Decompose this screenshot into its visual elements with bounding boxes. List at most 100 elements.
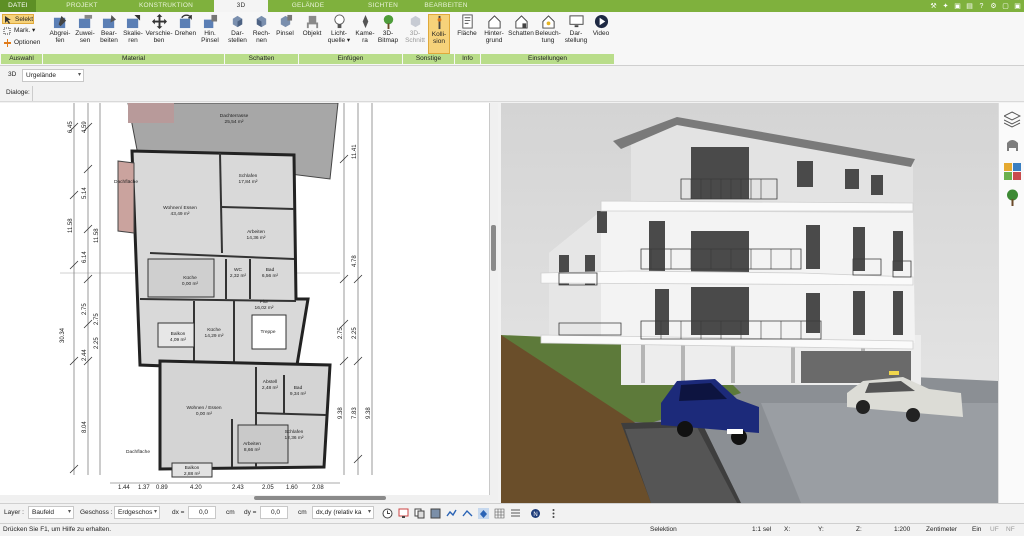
display-button[interactable]: Dar-stellung [562,14,590,44]
screen-icon[interactable] [398,508,409,519]
section-cut-icon [410,15,420,28]
ribbon-tab-bar: DATEI PROJEKT KONSTRUKTION 3D GELÄNDE SI… [0,0,1024,12]
dialoge-label: Dialoge: [6,89,30,96]
tools-icon[interactable]: ⚒ [929,2,938,11]
lighting-button[interactable]: Beleuch-tung [535,14,561,44]
help-icon[interactable]: ? [977,2,986,11]
insert-light-button[interactable]: Licht-quelle ▾ [324,14,354,44]
room-area: 12,36 m² [285,435,304,441]
tab-bearbeiten[interactable]: BEARBEITEN [418,0,474,12]
snap-icon[interactable] [446,508,457,519]
scale-material-button[interactable]: Skalie-ren [121,14,145,44]
section-3d-button[interactable]: 3D- Schnitt [403,14,427,44]
edit-material-button[interactable]: Bear-beiten [97,14,121,44]
scrollbar-thumb[interactable] [491,225,496,271]
settings-icon[interactable]: ⚙ [989,2,998,11]
floor-select[interactable]: Erdgeschos ▾ [114,506,160,519]
tab-projekt[interactable]: PROJEKT [44,0,120,12]
dimension-label: 4.59 [82,121,88,133]
dx-input[interactable]: 0,0 [188,506,216,519]
armchair-icon[interactable] [1004,137,1021,154]
insert-camera-button[interactable]: Kame-ra [354,14,376,44]
shadow-show-button[interactable]: Dar-stellen [225,14,250,44]
north-icon[interactable]: N [530,508,541,519]
input-bar: Layer : Baufeld ▾ Geschoss : Erdgeschos ▾ … [0,503,1024,522]
monitor-icon [568,15,584,28]
move-material-button[interactable]: Verschie-ben [145,14,173,44]
plan-horizontal-scrollbar[interactable] [0,495,498,501]
save-icon[interactable]: ▣ [953,2,962,11]
roof-area-label: Dachfläche [126,449,150,455]
status-flag: UF [990,526,999,533]
dimension-label: 0.89 [156,485,168,491]
mark-button[interactable]: Mark. ▾ [2,26,35,36]
button-label: Beleuch- [535,30,561,37]
tab-sichten[interactable]: SICHTEN [348,0,418,12]
material-brush-button[interactable]: Hin. Pinsel [198,14,222,44]
area-button[interactable]: Fläche [455,14,479,37]
plan-vertical-scrollbar[interactable] [490,103,498,495]
star-icon[interactable]: ✦ [941,2,950,11]
shadow-settings-button[interactable]: Schatten [507,14,535,37]
button-label: Kolli- [431,31,447,38]
layer-select[interactable]: Baufeld ▾ [28,506,74,519]
dimension-label: 2.05 [262,485,274,491]
background-button[interactable]: Hinter-grund [481,14,507,44]
tab-3d[interactable]: 3D [214,0,268,12]
window-button-icon[interactable]: ▣ [1013,2,1022,11]
selection-ratio: 1:1 sel [752,526,772,533]
rotate-material-button[interactable]: Drehen [173,14,198,37]
print-icon[interactable]: ▤ [965,2,974,11]
svg-text:N: N [533,512,537,518]
options-button[interactable]: Optionen [2,38,40,48]
chevron-down-icon: ▾ [153,509,157,515]
chevron-down-icon: ▾ [77,72,81,78]
snap-line-icon[interactable] [462,508,473,519]
assign-material-button[interactable]: Zuwei-sen [73,14,97,44]
coordinate-mode-select[interactable]: dx,dy (relativ ka ▾ [312,506,374,519]
list-icon[interactable] [510,508,521,519]
materials-icon[interactable] [1004,163,1021,180]
video-button[interactable]: Video [590,14,612,37]
dimension-label: 4.78 [352,255,358,267]
copy-icon[interactable] [414,508,425,519]
snap-grid-icon[interactable] [478,508,489,519]
insert-3d-bitmap-button[interactable]: 3D- Bitmap [376,14,400,44]
scrollbar-thumb[interactable] [254,496,386,500]
layers-icon[interactable] [1004,111,1021,128]
pick-material-button[interactable]: Abgrei-fen [47,14,73,44]
dy-input[interactable]: 0,0 [260,506,288,519]
house-background-icon [487,15,501,29]
grid-icon[interactable] [494,508,505,519]
dimension-label: 2.75 [94,313,100,325]
clock-icon[interactable] [382,508,393,519]
tree-icon[interactable] [1004,189,1021,206]
floor-plan-view[interactable]: Dachterrasse 25,54 m² Schlafen 17,84 m² … [0,103,490,495]
y-coordinate: Y: [818,526,824,533]
collision-button[interactable]: Kolli-sion [428,14,450,54]
tab-datei[interactable]: DATEI [0,0,36,12]
dimension-label: 1.37 [138,485,150,491]
button-label: Drehen [174,30,197,37]
tab-gelaende[interactable]: GELÄNDE [268,0,348,12]
tab-konstruktion[interactable]: KONSTRUKTION [120,0,212,12]
insert-object-button[interactable]: Objekt [300,14,324,37]
shadow-cube-icon [232,15,243,28]
terrain-select[interactable]: Urgelände ▾ [22,69,84,82]
3d-view[interactable] [501,103,998,503]
shadow-brush-button[interactable]: Pinsel [273,14,297,37]
coordinate-mode-value: dx,dy (relativ ka [316,509,362,516]
window-button-icon[interactable]: ▢ [1001,2,1010,11]
mark-label: Mark. [14,27,31,34]
dimension-label: 4.20 [190,485,202,491]
paste-icon[interactable] [430,508,441,519]
button-label: stellung [564,37,588,44]
dx-unit: cm [226,509,235,516]
select-button[interactable]: Selekt [2,14,34,24]
more-options-icon[interactable] [548,508,559,519]
room-area: 2,32 m² [230,273,247,279]
room-name: Schlafen [285,429,304,435]
shadow-compute-button[interactable]: Rech-nen [250,14,273,44]
dimension-label: 2.75 [82,303,88,315]
button-label: Zuwei- [75,30,95,37]
